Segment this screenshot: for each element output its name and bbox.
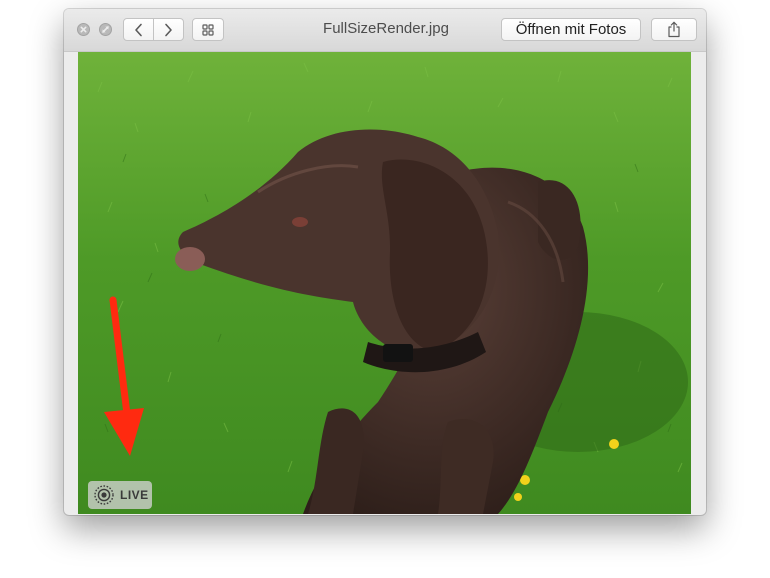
chevron-left-icon bbox=[134, 23, 142, 36]
share-button[interactable] bbox=[651, 18, 697, 41]
red-arrow-icon bbox=[104, 296, 144, 456]
forward-button[interactable] bbox=[154, 19, 183, 40]
window-title: FullSizeRender.jpg bbox=[323, 20, 449, 37]
photo-preview: LIVE bbox=[78, 52, 691, 514]
live-photo-badge[interactable]: LIVE bbox=[88, 481, 152, 509]
title-bar: FullSizeRender.jpg Öffnen mit Fotos bbox=[64, 9, 706, 52]
live-photo-icon bbox=[94, 485, 114, 505]
navigation-button-group bbox=[123, 18, 184, 41]
dog-photo bbox=[78, 52, 691, 514]
open-with-photos-button[interactable]: Öffnen mit Fotos bbox=[501, 18, 641, 41]
quick-look-window: FullSizeRender.jpg Öffnen mit Fotos LIVE bbox=[64, 9, 706, 515]
back-button[interactable] bbox=[124, 19, 153, 40]
chevron-right-icon bbox=[165, 23, 173, 36]
share-icon bbox=[668, 21, 680, 38]
live-badge-label: LIVE bbox=[120, 488, 149, 502]
grid-icon bbox=[202, 23, 214, 36]
close-icon bbox=[80, 26, 87, 33]
fullscreen-icon bbox=[102, 26, 109, 33]
index-sheet-button[interactable] bbox=[192, 18, 224, 41]
fullscreen-button[interactable] bbox=[99, 23, 112, 36]
close-button[interactable] bbox=[77, 23, 90, 36]
screenshot-stage: FullSizeRender.jpg Öffnen mit Fotos LIVE bbox=[0, 0, 770, 578]
